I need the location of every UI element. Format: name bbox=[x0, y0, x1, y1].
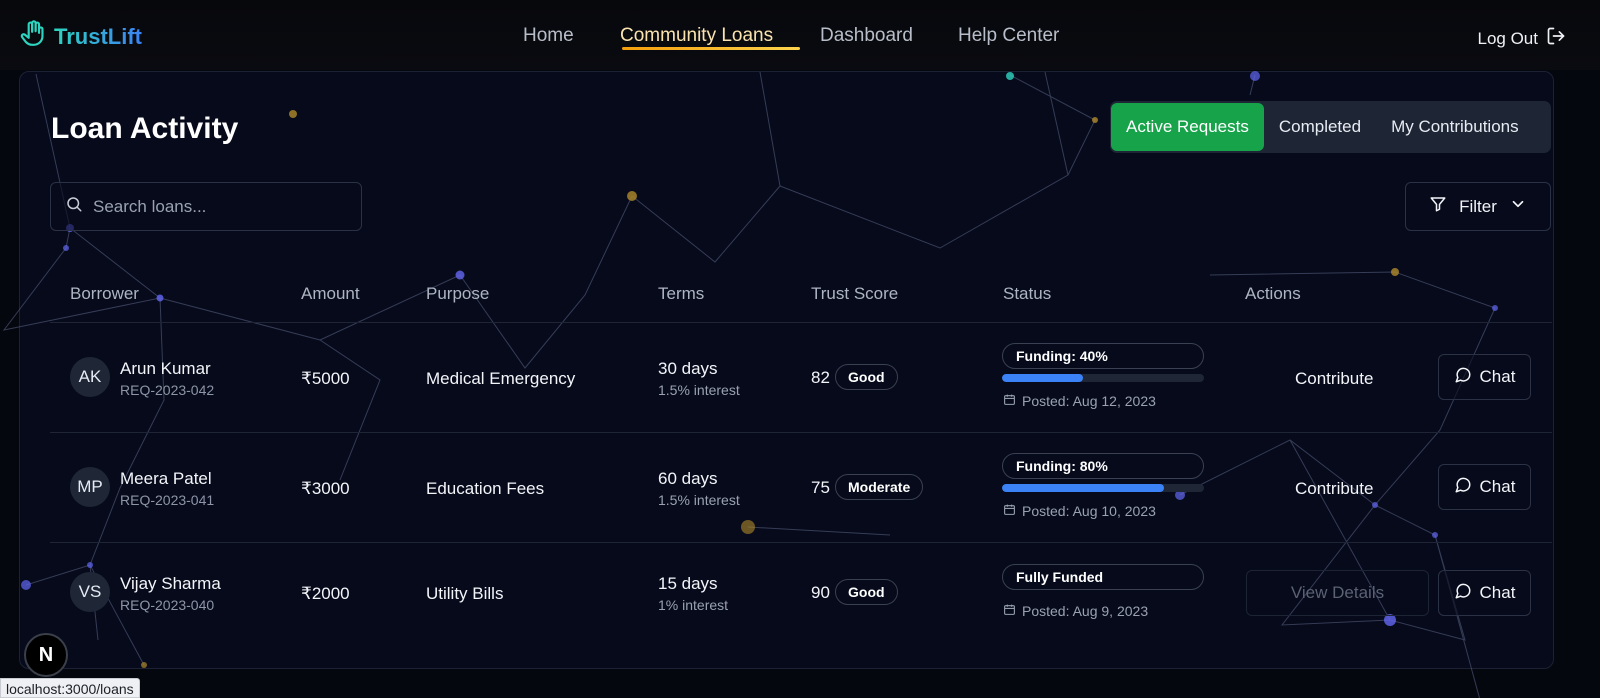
loan-purpose: Utility Bills bbox=[426, 584, 504, 603]
tab-completed[interactable]: Completed bbox=[1264, 103, 1376, 151]
avatar: AK bbox=[70, 357, 110, 397]
posted-date: Posted: Aug 12, 2023 bbox=[1003, 393, 1156, 409]
status-badge: Fully Funded bbox=[1002, 564, 1204, 590]
nav-help-center[interactable]: Help Center bbox=[958, 25, 1059, 47]
calendar-icon bbox=[1003, 603, 1016, 619]
posted-label: Posted: Aug 12, 2023 bbox=[1022, 393, 1156, 409]
active-nav-underline bbox=[622, 47, 800, 50]
column-header-terms: Terms bbox=[658, 284, 705, 303]
nav-community-loans[interactable]: Community Loans bbox=[620, 25, 773, 47]
contribute-button[interactable]: Contribute bbox=[1295, 479, 1373, 499]
posted-label: Posted: Aug 9, 2023 bbox=[1022, 603, 1149, 619]
chat-icon bbox=[1454, 582, 1472, 605]
filter-button[interactable]: Filter bbox=[1405, 182, 1551, 231]
trust-badge: Moderate bbox=[835, 474, 924, 500]
chat-icon bbox=[1454, 366, 1472, 389]
chat-label: Chat bbox=[1479, 477, 1516, 496]
logout-label: Log Out bbox=[1477, 28, 1539, 48]
dev-tools-indicator[interactable]: N bbox=[24, 633, 68, 677]
tab-active-requests[interactable]: Active Requests bbox=[1111, 103, 1264, 151]
chat-button[interactable]: Chat bbox=[1438, 354, 1531, 400]
column-header-trust-score: Trust Score bbox=[811, 284, 899, 303]
loan-interest: 1% interest bbox=[658, 597, 729, 613]
trust-score: 90 bbox=[811, 583, 830, 602]
logout-icon bbox=[1546, 26, 1566, 51]
nav-dashboard[interactable]: Dashboard bbox=[820, 25, 913, 47]
chat-button[interactable]: Chat bbox=[1438, 464, 1531, 510]
logout-button[interactable]: Log Out bbox=[1478, 26, 1567, 51]
view-details-button[interactable]: View Details bbox=[1246, 570, 1429, 616]
loan-interest: 1.5% interest bbox=[658, 492, 740, 508]
loan-term: 30 days bbox=[658, 359, 718, 378]
trust-badge: Good bbox=[835, 364, 898, 390]
loan-term: 60 days bbox=[658, 469, 718, 488]
funding-progress bbox=[1002, 484, 1204, 492]
trust-score: 75 bbox=[811, 478, 830, 497]
request-id: REQ-2023-042 bbox=[120, 382, 215, 398]
funding-progress bbox=[1002, 374, 1204, 382]
borrower-name: Arun Kumar bbox=[120, 359, 211, 378]
search-icon bbox=[65, 195, 83, 218]
request-id: REQ-2023-040 bbox=[120, 597, 215, 613]
loan-interest: 1.5% interest bbox=[658, 382, 740, 398]
contribute-button[interactable]: Contribute bbox=[1295, 369, 1373, 389]
column-header-actions: Actions bbox=[1245, 284, 1301, 303]
nav-links: Home Community Loans Dashboard Help Cent… bbox=[0, 25, 1600, 51]
status-badge: Funding: 40% bbox=[1002, 343, 1204, 369]
status-badge: Funding: 80% bbox=[1002, 453, 1204, 479]
trust-score: 82 bbox=[811, 368, 830, 387]
borrower-name: Vijay Sharma bbox=[120, 574, 221, 593]
loan-amount: ₹5000 bbox=[301, 369, 350, 388]
column-header-status: Status bbox=[1003, 284, 1052, 303]
column-header-purpose: Purpose bbox=[426, 284, 490, 303]
chat-icon bbox=[1454, 476, 1472, 499]
status-bar-url: localhost:3000/loans bbox=[0, 678, 140, 698]
calendar-icon bbox=[1003, 503, 1016, 519]
borrower-name: Meera Patel bbox=[120, 469, 212, 488]
loan-purpose: Education Fees bbox=[426, 479, 545, 498]
posted-label: Posted: Aug 10, 2023 bbox=[1022, 503, 1156, 519]
row-divider bbox=[50, 432, 1552, 433]
tab-my-contributions[interactable]: My Contributions bbox=[1376, 103, 1534, 151]
column-header-amount: Amount bbox=[301, 284, 360, 303]
top-nav: TrustLift Home Community Loans Dashboard… bbox=[0, 0, 1600, 70]
nav-home[interactable]: Home bbox=[523, 25, 574, 47]
chat-label: Chat bbox=[1479, 583, 1516, 602]
loan-purpose: Medical Emergency bbox=[426, 369, 576, 388]
loan-amount: ₹3000 bbox=[301, 479, 350, 498]
loan-amount: ₹2000 bbox=[301, 584, 350, 603]
search-box bbox=[50, 182, 362, 231]
row-divider bbox=[50, 322, 1552, 323]
search-input[interactable] bbox=[93, 196, 343, 217]
calendar-icon bbox=[1003, 393, 1016, 409]
loan-tabs: Active Requests Completed My Contributio… bbox=[1110, 101, 1551, 153]
avatar: VS bbox=[70, 572, 110, 612]
chat-button[interactable]: Chat bbox=[1438, 570, 1531, 616]
request-id: REQ-2023-041 bbox=[120, 492, 215, 508]
posted-date: Posted: Aug 10, 2023 bbox=[1003, 503, 1156, 519]
trust-badge: Good bbox=[835, 579, 898, 605]
posted-date: Posted: Aug 9, 2023 bbox=[1003, 603, 1148, 619]
filter-label: Filter bbox=[1459, 196, 1497, 216]
page-title: Loan Activity bbox=[51, 112, 239, 145]
loan-term: 15 days bbox=[658, 574, 718, 593]
avatar: MP bbox=[70, 467, 110, 507]
chevron-down-icon bbox=[1509, 195, 1527, 218]
column-header-borrower: Borrower bbox=[70, 284, 139, 303]
row-divider bbox=[50, 542, 1552, 543]
filter-icon bbox=[1429, 195, 1447, 218]
chat-label: Chat bbox=[1479, 367, 1516, 386]
